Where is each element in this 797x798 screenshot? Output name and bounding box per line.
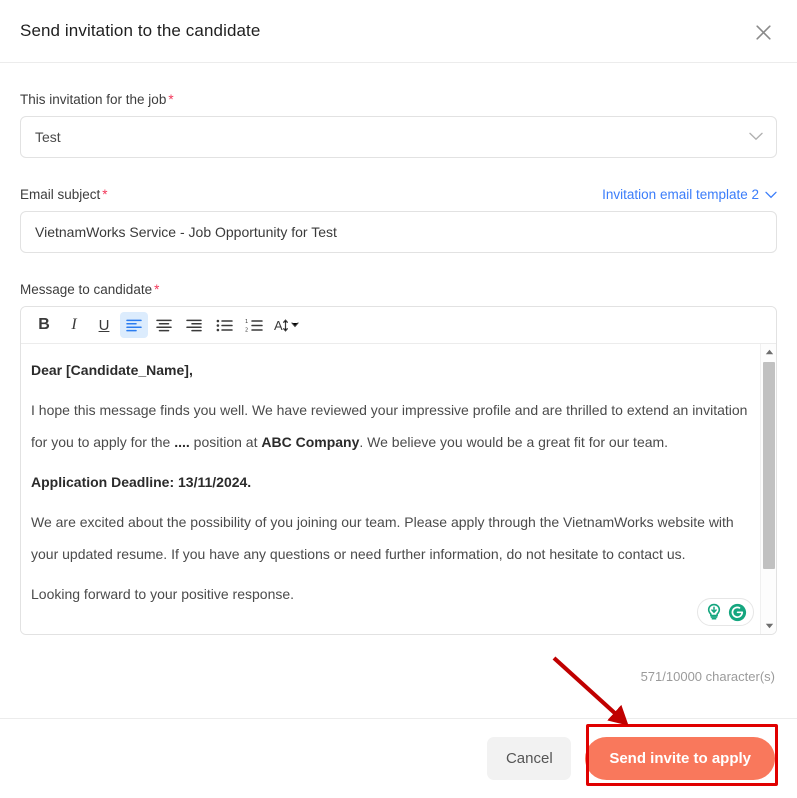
send-invite-button[interactable]: Send invite to apply — [585, 737, 775, 780]
lightbulb-icon[interactable] — [704, 603, 723, 622]
subject-label-row: Email subject * Invitation email template… — [20, 187, 777, 202]
message-scrollbar[interactable] — [760, 344, 776, 634]
character-counter: 571/10000 character(s) — [640, 669, 775, 684]
align-center-button[interactable] — [150, 312, 178, 338]
message-p1-company: ABC Company — [261, 434, 360, 450]
email-template-selector[interactable]: Invitation email template 2 — [602, 187, 777, 202]
align-right-button[interactable] — [180, 312, 208, 338]
underline-button[interactable]: U — [90, 312, 118, 338]
italic-button[interactable]: I — [60, 312, 88, 338]
grammarly-badge[interactable] — [697, 598, 754, 626]
dialog-title: Send invitation to the candidate — [20, 21, 261, 40]
job-select[interactable]: Test — [20, 116, 777, 158]
svg-text:2: 2 — [245, 327, 248, 331]
job-field-label-text: This invitation for the job — [20, 92, 167, 107]
dialog-header: Send invitation to the candidate — [0, 0, 797, 63]
bold-button[interactable]: B — [30, 312, 58, 338]
numbered-list-button[interactable]: 1 2 — [240, 312, 268, 338]
message-p1-c: . We believe you would be a great fit fo… — [359, 434, 669, 450]
message-field-label-text: Message to candidate — [20, 282, 153, 297]
svg-text:A: A — [274, 318, 283, 333]
svg-text:1: 1 — [245, 319, 248, 325]
send-invitation-dialog: Send invitation to the candidate This in… — [0, 0, 797, 798]
chevron-down-icon — [749, 128, 763, 146]
scroll-down-icon[interactable] — [761, 618, 776, 634]
message-deadline-text: Application Deadline: 13/11/2024. — [31, 474, 252, 490]
message-greeting: Dear [Candidate_Name], — [31, 362, 193, 378]
subject-field-label: Email subject * — [20, 187, 108, 202]
job-required-mark: * — [168, 92, 174, 107]
subject-required-mark: * — [102, 187, 108, 202]
message-editor-area[interactable]: Dear [Candidate_Name], I hope this messa… — [21, 344, 776, 634]
message-content[interactable]: Dear [Candidate_Name], I hope this messa… — [21, 344, 760, 634]
grammarly-logo-icon[interactable] — [728, 603, 747, 622]
chevron-down-icon — [765, 187, 777, 202]
message-deadline: Application Deadline: 13/11/2024. — [31, 466, 748, 498]
job-field-label: This invitation for the job * — [20, 92, 777, 107]
cancel-button[interactable]: Cancel — [487, 737, 572, 780]
scrollbar-thumb[interactable] — [763, 362, 775, 569]
align-left-button[interactable] — [120, 312, 148, 338]
message-p1-ellipsis: .... — [174, 434, 190, 450]
message-editor: B I U 1 2 A Dear [Candidate_Name], I hop… — [20, 306, 777, 635]
message-paragraph-2: We are excited about the possibility of … — [31, 514, 734, 562]
font-size-button[interactable]: A — [270, 312, 308, 338]
scroll-up-icon[interactable] — [761, 344, 776, 360]
job-select-value: Test — [35, 129, 61, 145]
dialog-footer: Cancel Send invite to apply — [0, 718, 797, 798]
message-paragraph-1: I hope this message finds you well. We h… — [31, 394, 748, 458]
bullet-list-button[interactable] — [210, 312, 238, 338]
close-icon[interactable] — [748, 17, 778, 47]
message-field-label: Message to candidate * — [20, 282, 777, 297]
message-paragraph-3: Looking forward to your positive respons… — [31, 586, 295, 602]
message-required-mark: * — [154, 282, 160, 297]
subject-field-label-text: Email subject — [20, 187, 101, 202]
editor-toolbar: B I U 1 2 A — [21, 307, 776, 344]
message-p1-b: position at — [189, 434, 262, 450]
subject-input[interactable] — [20, 211, 777, 253]
email-template-label: Invitation email template 2 — [602, 187, 759, 202]
dialog-body: This invitation for the job * Test Email … — [0, 63, 797, 635]
